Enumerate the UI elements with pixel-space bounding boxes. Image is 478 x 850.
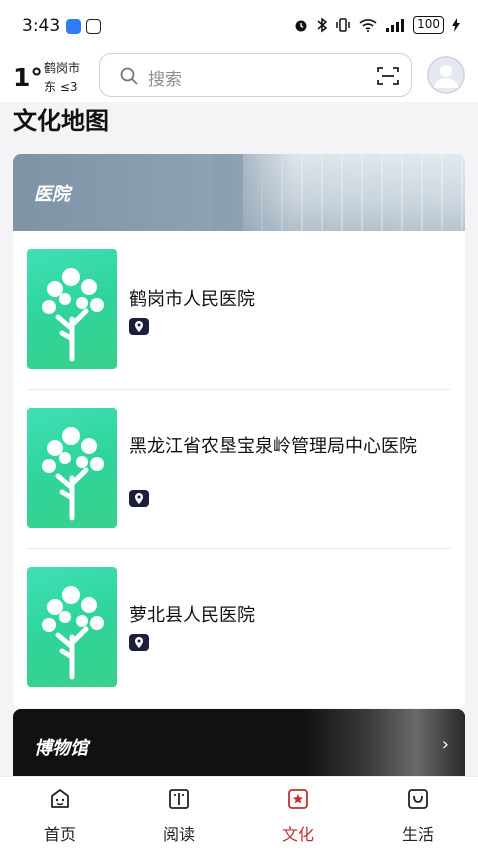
bluetooth-icon — [317, 17, 328, 33]
hospital-name: 鹤岗市人民医院 — [129, 289, 255, 310]
culture-star-icon — [288, 789, 308, 809]
life-bag-icon — [408, 789, 428, 809]
book-icon — [169, 789, 189, 809]
tab-culture[interactable]: 文化 — [238, 777, 358, 850]
tab-read[interactable]: 阅读 — [119, 777, 239, 850]
money-tree-icon — [42, 427, 104, 521]
location-pin-icon[interactable] — [129, 490, 149, 507]
nfc-icon — [86, 19, 101, 34]
hospital-name: 黑龙江省农垦宝泉岭管理局中心医院 — [129, 436, 417, 457]
search-placeholder: 搜索 — [148, 70, 182, 90]
money-tree-icon — [42, 586, 104, 680]
weather-wind: 东 ≤3 — [44, 80, 78, 94]
alarm-icon — [295, 20, 307, 32]
status-bar: 3:43 100 — [0, 0, 478, 48]
bottom-nav: 首页 阅读 文化 生活 — [0, 776, 478, 850]
top-header: 1° 鹤岗市 东 ≤3 搜索 — [0, 48, 478, 102]
banner-fade — [213, 154, 293, 231]
vibrate-icon — [336, 18, 350, 32]
avatar[interactable] — [427, 56, 465, 94]
hospital-name: 萝北县人民医院 — [129, 605, 255, 626]
hospital-thumbnail — [27, 567, 117, 687]
page-title: 文化地图 — [13, 107, 109, 135]
tab-life[interactable]: 生活 — [358, 777, 478, 850]
tab-home[interactable]: 首页 — [0, 777, 120, 850]
money-tree-icon — [42, 268, 104, 362]
battery-icon: 100 — [413, 16, 444, 34]
wifi-icon — [359, 19, 377, 32]
location-pin-icon[interactable] — [129, 318, 149, 335]
home-icon — [51, 789, 69, 808]
charging-icon — [452, 18, 460, 32]
weather-city[interactable]: 鹤岗市 — [44, 59, 80, 76]
list-item[interactable]: 萝北县人民医院 — [13, 549, 465, 707]
museum-banner[interactable]: 博物馆 › — [13, 709, 465, 779]
list-item[interactable]: 鹤岗市人民医院 — [13, 231, 465, 390]
search-bar[interactable]: 搜索 — [99, 53, 412, 97]
hospital-thumbnail — [27, 249, 117, 369]
hospital-section-title: 医院 — [34, 184, 70, 205]
list-item[interactable]: 黑龙江省农垦宝泉岭管理局中心医院 — [13, 390, 465, 549]
location-pin-icon[interactable] — [129, 634, 149, 651]
user-avatar-icon — [427, 56, 465, 94]
signal-icon — [386, 19, 405, 32]
museum-banner-image — [303, 709, 465, 779]
tab-life-label: 生活 — [401, 825, 434, 844]
hospital-thumbnail — [27, 408, 117, 528]
tab-read-label: 阅读 — [162, 825, 195, 844]
status-icons: 100 — [293, 16, 460, 34]
museum-section-title: 博物馆 — [34, 738, 88, 759]
chevron-right-icon[interactable]: › — [442, 734, 449, 755]
hospital-section-card: 医院 鹤岗市人民医院 黑龙江省农垦宝泉岭管理局中心医院 萝北县人民医院 — [13, 154, 465, 708]
status-time: 3:43 — [22, 16, 61, 36]
scan-icon[interactable] — [377, 66, 399, 86]
search-icon — [120, 67, 138, 85]
weather-temperature[interactable]: 1° — [13, 63, 43, 92]
messenger-notification-icon — [66, 19, 81, 34]
tab-culture-label: 文化 — [281, 825, 314, 844]
hospital-banner[interactable]: 医院 — [13, 154, 465, 231]
tab-home-label: 首页 — [43, 825, 76, 844]
